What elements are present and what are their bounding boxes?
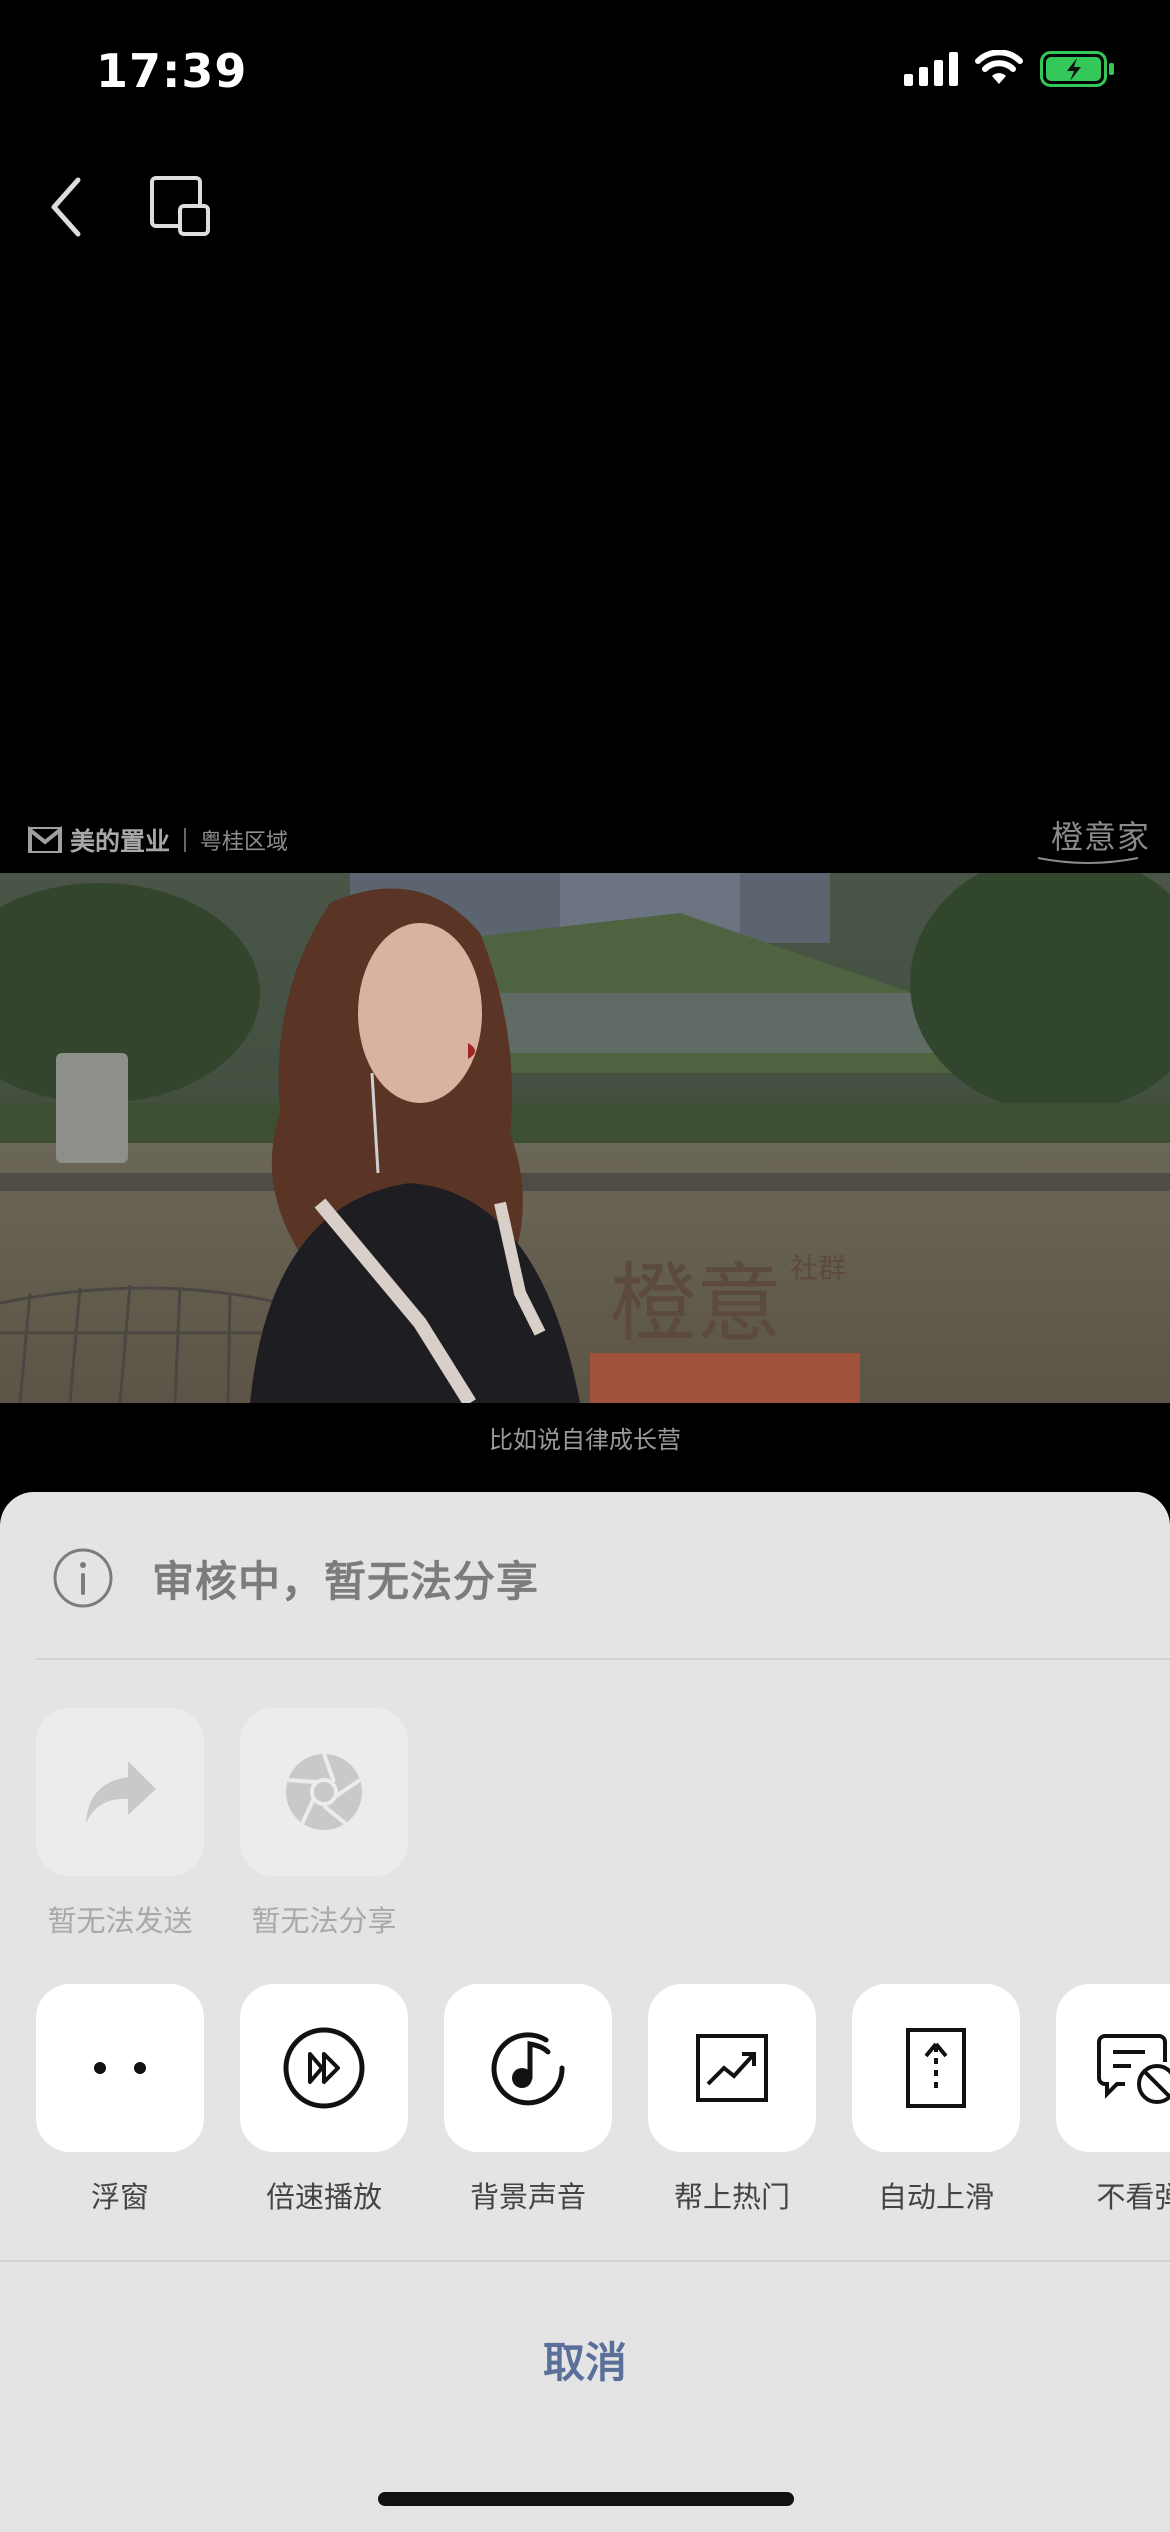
boost-trending-action[interactable]: 帮上热门 bbox=[648, 1984, 816, 2216]
no-danmaku-icon bbox=[1097, 2034, 1170, 2104]
watermark: 橙意家 bbox=[1050, 818, 1150, 856]
watermark-smile-icon bbox=[1037, 857, 1139, 864]
status-bar: 17:39 bbox=[0, 0, 1170, 150]
brand-region: 粤桂区域 bbox=[200, 830, 289, 855]
scene-sign-side-text: 社群 bbox=[790, 1252, 846, 1285]
notice-text: 审核中，暂无法分享 bbox=[152, 1556, 540, 1606]
boost-trending-tile[interactable] bbox=[648, 1984, 816, 2152]
share-tile[interactable] bbox=[240, 1708, 408, 1876]
hide-danmaku-label: 不看弹 bbox=[1096, 2180, 1170, 2214]
playback-speed-tile[interactable] bbox=[240, 1984, 408, 2152]
brand-logo: 美的置业 粤桂区域 bbox=[28, 820, 288, 860]
share-label: 暂无法分享 bbox=[251, 1904, 397, 1938]
video-frame: 橙意 社群 bbox=[0, 873, 1170, 1403]
float-window-tile[interactable] bbox=[36, 1984, 204, 2152]
brand-separator bbox=[184, 828, 187, 852]
scene-sign-text: 橙意 bbox=[610, 1254, 782, 1354]
background-audio-tile[interactable] bbox=[444, 1984, 612, 2152]
playback-speed-action[interactable]: 倍速播放 bbox=[240, 1984, 408, 2216]
divider bbox=[36, 1658, 1170, 1660]
disabled-actions-row: 暂无法发送 暂无法分享 bbox=[36, 1708, 444, 1940]
back-button[interactable] bbox=[42, 170, 92, 244]
hide-danmaku-tile[interactable] bbox=[1056, 1984, 1170, 2152]
auto-scroll-action[interactable]: 自动上滑 bbox=[852, 1984, 1020, 2216]
trending-up-icon bbox=[696, 2034, 768, 2102]
background-audio-action[interactable]: 背景声音 bbox=[444, 1984, 612, 2216]
auto-scroll-tile[interactable] bbox=[852, 1984, 1020, 2152]
float-window-label: 浮窗 bbox=[90, 2180, 149, 2214]
send-label: 暂无法发送 bbox=[47, 1904, 193, 1938]
info-icon bbox=[53, 1548, 113, 1608]
share-arrow-icon bbox=[86, 1761, 156, 1823]
cancel-button[interactable]: 取消 bbox=[0, 2304, 1170, 2414]
floating-window-icon bbox=[150, 176, 210, 236]
cellular-signal-icon bbox=[904, 52, 958, 86]
divider bbox=[0, 2260, 1170, 2262]
hide-danmaku-action[interactable]: 不看弹 bbox=[1056, 1984, 1170, 2216]
aperture-icon bbox=[286, 1753, 362, 1830]
background-audio-label: 背景声音 bbox=[469, 2180, 586, 2214]
actions-row: 浮窗 倍速播放 背景声音 帮上热门 自动上滑 不看弹 bbox=[36, 1984, 1170, 2216]
review-notice: 审核中，暂无法分享 bbox=[52, 1546, 539, 1610]
send-disabled-button[interactable]: 暂无法发送 bbox=[36, 1708, 204, 1940]
home-indicator[interactable] bbox=[378, 2492, 794, 2506]
battery-charging-icon bbox=[1040, 51, 1114, 87]
brand-name: 美的置业 bbox=[70, 827, 171, 856]
playback-speed-label: 倍速播放 bbox=[265, 2180, 382, 2214]
send-tile[interactable] bbox=[36, 1708, 204, 1876]
share-disabled-button[interactable]: 暂无法分享 bbox=[240, 1708, 408, 1940]
video-subtitle: 比如说自律成长营 bbox=[489, 1426, 681, 1454]
float-window-action[interactable]: 浮窗 bbox=[36, 1984, 204, 2216]
two-dots-icon bbox=[94, 2062, 146, 2074]
floating-window-button[interactable] bbox=[150, 176, 212, 238]
boost-trending-label: 帮上热门 bbox=[673, 2180, 790, 2214]
chevron-left-icon bbox=[51, 177, 81, 237]
brand-mark-icon bbox=[28, 826, 62, 853]
auto-scroll-label: 自动上滑 bbox=[877, 2180, 994, 2214]
video-scene: 橙意 社群 bbox=[0, 873, 1170, 1403]
auto-scroll-up-icon bbox=[906, 2028, 966, 2108]
wifi-icon bbox=[975, 50, 1023, 84]
music-note-circle-icon bbox=[491, 2032, 565, 2106]
share-sheet: 审核中，暂无法分享 暂无法发送 暂无法分享 浮窗 倍速播放 背景声音 帮上热门 … bbox=[0, 1492, 1170, 2532]
fast-forward-circle-icon bbox=[283, 2027, 365, 2109]
status-time: 17:39 bbox=[96, 44, 248, 98]
